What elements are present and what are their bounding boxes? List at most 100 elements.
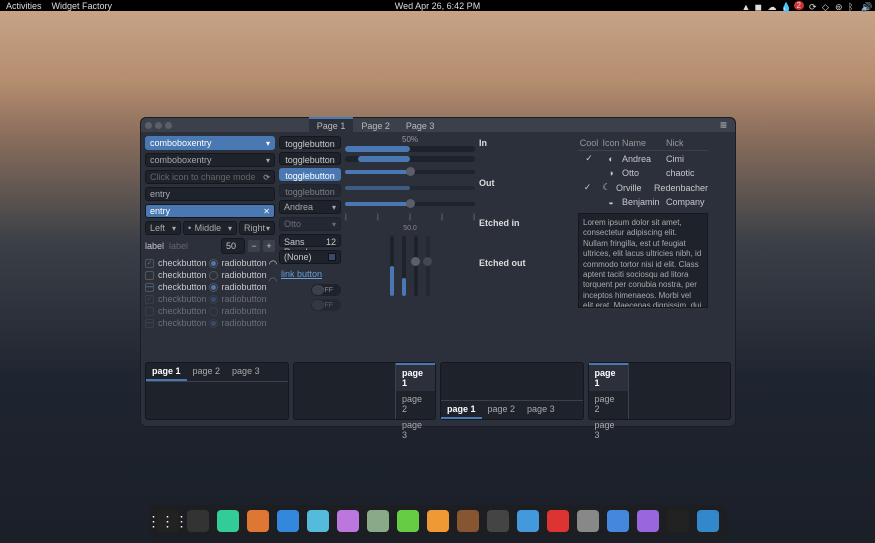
nb2-tab-3[interactable]: page 3: [396, 417, 435, 443]
entry-icon-mode[interactable]: Click icon to change mode⟳: [145, 170, 275, 184]
checkbutton-1[interactable]: checkbutton: [145, 257, 207, 269]
hamburger-menu[interactable]: ≡: [716, 118, 731, 132]
entry-plain[interactable]: entry: [145, 187, 275, 201]
volume-icon: 🔊: [861, 2, 869, 10]
nb2-tab-2[interactable]: page 2: [396, 391, 435, 417]
table-row[interactable]: ◑Ottochaotic: [578, 166, 708, 180]
font-button[interactable]: Sans Regular12: [279, 234, 341, 247]
tab-page-1[interactable]: Page 1: [309, 117, 354, 133]
combo-middle[interactable]: •Middle▾: [183, 221, 237, 235]
textview[interactable]: Lorem ipsum dolor sit amet, consectetur …: [578, 213, 708, 308]
clock[interactable]: Wed Apr 26, 6:42 PM: [395, 1, 480, 11]
close-button[interactable]: [145, 122, 152, 129]
dock-app-icon[interactable]: [517, 510, 539, 532]
spinner-icon: ◠: [269, 276, 278, 287]
dock-app-icon[interactable]: [667, 510, 689, 532]
column-3: 50% ||||| 50.0: [345, 136, 475, 358]
activities-button[interactable]: Activities: [6, 1, 42, 11]
refresh-icon[interactable]: ⟳: [263, 173, 270, 182]
comboboxentry-1[interactable]: comboboxentry▾: [145, 136, 275, 150]
entry-selected[interactable]: entry✕: [145, 204, 275, 218]
vertical-scale-3[interactable]: [414, 236, 418, 296]
togglebutton-3[interactable]: togglebutton: [279, 168, 341, 181]
label-1: label: [145, 241, 164, 251]
nb4-tab-1[interactable]: page 1: [589, 363, 628, 391]
tab-page-2[interactable]: Page 2: [353, 117, 398, 133]
chevron-down-icon: ▾: [266, 139, 270, 148]
radiobutton-6: radiobutton: [209, 317, 267, 329]
scale-2[interactable]: [345, 186, 475, 190]
dock-app-icon[interactable]: [217, 510, 239, 532]
column-4: In Out Etched in Etched out: [479, 136, 574, 358]
nb4-tab-3[interactable]: page 3: [589, 417, 628, 443]
vertical-scale-4[interactable]: [426, 236, 430, 296]
minimize-button[interactable]: [155, 122, 162, 129]
chevron-down-icon: ▾: [266, 156, 270, 165]
comboboxentry-2[interactable]: comboboxentry▾: [145, 153, 275, 167]
color-button[interactable]: (None): [279, 250, 341, 264]
spin-plus[interactable]: +: [263, 240, 275, 252]
col-nick: Nick: [666, 138, 708, 148]
checkbutton-4: checkbutton: [145, 293, 207, 305]
nb1-tab-1[interactable]: page 1: [146, 363, 187, 381]
combo-otto[interactable]: Otto▾: [279, 217, 341, 231]
checkbutton-5: checkbutton: [145, 305, 207, 317]
combo-right[interactable]: Right▾: [239, 221, 275, 235]
radiobutton-3[interactable]: radiobutton: [209, 281, 267, 293]
checkbutton-2[interactable]: checkbutton: [145, 269, 207, 281]
dock-app-icon[interactable]: [637, 510, 659, 532]
switch-1[interactable]: OFF: [311, 284, 341, 296]
apps-grid-icon[interactable]: ⋮⋮⋮: [157, 510, 179, 532]
dock-app-icon[interactable]: [397, 510, 419, 532]
tab-page-3[interactable]: Page 3: [398, 117, 443, 133]
spin-minus[interactable]: −: [248, 240, 260, 252]
combo-left[interactable]: Left▾: [145, 221, 181, 235]
dock-app-icon[interactable]: [307, 510, 329, 532]
system-tray[interactable]: ▲ ◼ ☁ 💧 2 ⟳ ◇ ⊚ ᛒ 🔊: [742, 1, 869, 10]
radiobutton-2[interactable]: radiobutton: [209, 269, 267, 281]
dock-app-icon[interactable]: [247, 510, 269, 532]
table-row[interactable]: ✓☾OrvilleRedenbacher: [578, 180, 708, 195]
combo-andrea[interactable]: Andrea▾: [279, 200, 341, 214]
column-2: togglebutton togglebutton togglebutton t…: [279, 136, 341, 358]
nb3-tab-1[interactable]: page 1: [441, 401, 482, 419]
maximize-button[interactable]: [165, 122, 172, 129]
dock-app-icon[interactable]: [187, 510, 209, 532]
dock-app-icon[interactable]: [547, 510, 569, 532]
nb1-tab-2[interactable]: page 2: [187, 363, 227, 381]
dock-app-icon[interactable]: [277, 510, 299, 532]
nb2-tab-1[interactable]: page 1: [396, 363, 435, 391]
togglebutton-2[interactable]: togglebutton: [279, 152, 341, 165]
treeview[interactable]: Cool Icon Name Nick ✓◐AndreaCimi◑Ottocha…: [578, 136, 708, 209]
dock-app-icon[interactable]: [487, 510, 509, 532]
radiobutton-1[interactable]: radiobutton: [209, 257, 267, 269]
scale-1[interactable]: [345, 170, 475, 174]
dock-app-icon[interactable]: [427, 510, 449, 532]
app-menu[interactable]: Widget Factory: [52, 1, 113, 11]
table-row[interactable]: ✓◐AndreaCimi: [578, 151, 708, 166]
dock-app-icon[interactable]: [337, 510, 359, 532]
togglebutton-4[interactable]: togglebutton: [279, 184, 341, 197]
spinbutton[interactable]: 50 − +: [221, 238, 275, 254]
dock-app-icon[interactable]: [457, 510, 479, 532]
table-row[interactable]: ◒BenjaminCompany: [578, 195, 708, 209]
notification-badge: 2: [794, 1, 804, 10]
togglebutton-1[interactable]: togglebutton: [279, 136, 341, 149]
link-button[interactable]: link button: [279, 267, 341, 281]
nb3-tab-3[interactable]: page 3: [521, 401, 561, 419]
network-icon: ⊚: [835, 2, 843, 10]
nb3-tab-2[interactable]: page 2: [482, 401, 522, 419]
nb1-tab-3[interactable]: page 3: [226, 363, 266, 381]
dock-app-icon[interactable]: [607, 510, 629, 532]
radiobutton-5: radiobutton: [209, 305, 267, 317]
dock-app-icon[interactable]: [697, 510, 719, 532]
scale-marks[interactable]: [345, 202, 475, 206]
nb4-tab-2[interactable]: page 2: [589, 391, 628, 417]
dock-app-icon[interactable]: [577, 510, 599, 532]
vertical-scale-1[interactable]: [390, 236, 394, 296]
vertical-scale-2[interactable]: [402, 236, 406, 296]
dock-app-icon[interactable]: [367, 510, 389, 532]
clear-icon[interactable]: ✕: [263, 207, 270, 216]
switch-2[interactable]: OFF: [311, 299, 341, 311]
checkbutton-3[interactable]: checkbutton: [145, 281, 207, 293]
